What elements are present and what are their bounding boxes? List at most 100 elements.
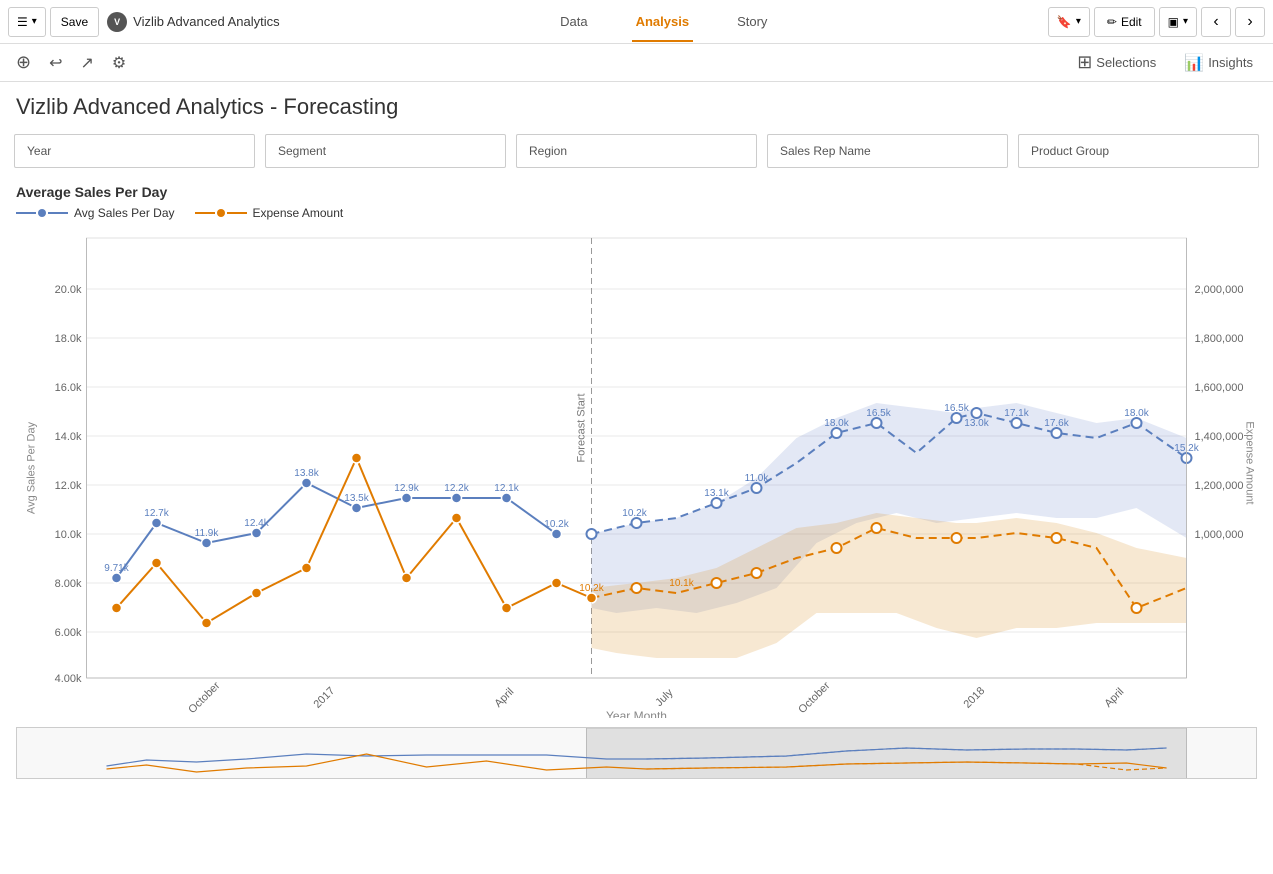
zoom-button[interactable]: ⊕ — [10, 49, 37, 76]
svg-text:10.2k: 10.2k — [544, 519, 569, 530]
svg-text:October: October — [796, 680, 832, 716]
filter-year-label: Year — [27, 144, 51, 158]
insights-bars-icon: 📊 — [1184, 53, 1204, 73]
legend-item-orange: Expense Amount — [195, 206, 344, 220]
filter-region-label: Region — [529, 144, 567, 158]
svg-text:12.7k: 12.7k — [144, 508, 169, 519]
next-button[interactable]: › — [1235, 7, 1265, 37]
svg-text:July: July — [653, 686, 676, 709]
filter-bar: Year Segment Region Sales Rep Name Produ… — [0, 128, 1273, 174]
settings-icon: ⚙ — [112, 55, 126, 72]
svg-text:17.6k: 17.6k — [1044, 418, 1069, 429]
svg-text:14.0k: 14.0k — [55, 431, 82, 443]
second-toolbar: ⊕ ↩ ↗ ⚙ ⊞ Selections 📊 Insights — [0, 44, 1273, 82]
insights-button[interactable]: 📊 Insights — [1174, 49, 1263, 77]
filter-segment-label: Segment — [278, 144, 326, 158]
svg-text:16.0k: 16.0k — [55, 382, 82, 394]
bookmark-chevron: ▾ — [1076, 16, 1081, 27]
prev-button[interactable]: ‹ — [1201, 7, 1231, 37]
edit-button[interactable]: ✏ Edit — [1094, 7, 1155, 37]
share-icon: ↗ — [81, 55, 94, 72]
svg-text:17.1k: 17.1k — [1004, 408, 1029, 419]
svg-text:12.2k: 12.2k — [444, 483, 469, 494]
app-logo: V — [107, 12, 127, 32]
svg-text:April: April — [1102, 686, 1126, 710]
svg-text:1,400,000: 1,400,000 — [1195, 431, 1244, 443]
svg-text:Forecast Start: Forecast Start — [576, 393, 588, 462]
legend-orange-label: Expense Amount — [253, 206, 344, 220]
svg-text:4.00k: 4.00k — [55, 673, 82, 685]
toolbar-right-icons: ⊞ Selections 📊 Insights — [1067, 48, 1263, 77]
svg-text:2017: 2017 — [311, 685, 337, 711]
edit-label: Edit — [1121, 15, 1142, 29]
svg-text:1,600,000: 1,600,000 — [1195, 382, 1244, 394]
filter-product-group-label: Product Group — [1031, 144, 1109, 158]
back-icon: ↩ — [49, 55, 62, 72]
svg-text:13.5k: 13.5k — [344, 493, 369, 504]
filter-sales-rep[interactable]: Sales Rep Name — [767, 134, 1008, 168]
svg-text:13.0k: 13.0k — [964, 418, 989, 429]
legend-item-blue: Avg Sales Per Day — [16, 206, 175, 220]
svg-text:9.71k: 9.71k — [104, 563, 129, 574]
filter-year[interactable]: Year — [14, 134, 255, 168]
mini-navigator[interactable] — [16, 727, 1257, 779]
svg-text:13.1k: 13.1k — [704, 488, 729, 499]
svg-text:1,000,000: 1,000,000 — [1195, 529, 1244, 541]
settings-button[interactable]: ⚙ — [106, 50, 132, 76]
monitor-icon: ▣ — [1168, 15, 1179, 29]
bookmark-button[interactable]: 🔖 ▾ — [1048, 7, 1090, 37]
selections-button[interactable]: ⊞ Selections — [1067, 48, 1166, 77]
selections-grid-icon: ⊞ — [1077, 52, 1092, 73]
svg-text:18.0k: 18.0k — [1124, 408, 1149, 419]
svg-text:11.0k: 11.0k — [745, 473, 770, 484]
pencil-icon: ✏ — [1107, 15, 1117, 29]
tab-data[interactable]: Data — [556, 2, 591, 41]
filter-segment[interactable]: Segment — [265, 134, 506, 168]
filter-sales-rep-label: Sales Rep Name — [780, 144, 871, 158]
menu-chevron: ▾ — [32, 16, 37, 27]
chart-legend: Avg Sales Per Day Expense Amount — [16, 206, 1257, 220]
svg-text:12.4k: 12.4k — [244, 518, 269, 529]
svg-text:18.0k: 18.0k — [824, 418, 849, 429]
monitor-chevron: ▾ — [1183, 16, 1188, 27]
nav-tabs: Data Analysis Story — [284, 2, 1044, 41]
monitor-button[interactable]: ▣ ▾ — [1159, 7, 1197, 37]
menu-button[interactable]: ☰ ▾ — [8, 7, 46, 37]
svg-text:16.5k: 16.5k — [866, 408, 891, 419]
svg-text:16.5k: 16.5k — [944, 403, 969, 414]
page-title: Vizlib Advanced Analytics - Forecasting — [0, 82, 1273, 128]
svg-text:13.8k: 13.8k — [294, 468, 319, 479]
svg-text:10.1k: 10.1k — [669, 578, 694, 589]
insights-label: Insights — [1208, 55, 1253, 70]
app-name: Vizlib Advanced Analytics — [133, 14, 279, 29]
svg-text:10.2k: 10.2k — [622, 508, 647, 519]
tab-story[interactable]: Story — [733, 2, 771, 41]
svg-text:12.9k: 12.9k — [394, 483, 419, 494]
save-label: Save — [61, 15, 88, 29]
svg-text:April: April — [492, 686, 516, 710]
share-button[interactable]: ↗ — [75, 50, 100, 76]
svg-text:October: October — [186, 680, 222, 716]
zoom-icon: ⊕ — [16, 52, 31, 72]
filter-region[interactable]: Region — [516, 134, 757, 168]
svg-text:11.9k: 11.9k — [195, 528, 220, 539]
back-button[interactable]: ↩ — [43, 50, 68, 76]
svg-text:6.00k: 6.00k — [55, 627, 82, 639]
svg-text:Avg Sales Per Day: Avg Sales Per Day — [26, 421, 38, 514]
selections-label: Selections — [1096, 55, 1156, 70]
main-chart-svg: 20.0k 18.0k 16.0k 14.0k 12.0k 10.0k 8.00… — [16, 228, 1257, 718]
svg-text:8.00k: 8.00k — [55, 578, 82, 590]
filter-product-group[interactable]: Product Group — [1018, 134, 1259, 168]
chart-container: Average Sales Per Day Avg Sales Per Day … — [0, 174, 1273, 725]
svg-text:10.2k: 10.2k — [579, 583, 604, 594]
toolbar-right: 🔖 ▾ ✏ Edit ▣ ▾ ‹ › — [1048, 7, 1265, 37]
tab-analysis[interactable]: Analysis — [632, 2, 693, 41]
svg-text:1,800,000: 1,800,000 — [1195, 333, 1244, 345]
svg-text:2018: 2018 — [961, 685, 987, 711]
svg-text:12.0k: 12.0k — [55, 480, 82, 492]
svg-text:Expense Amount: Expense Amount — [1244, 421, 1256, 504]
svg-text:20.0k: 20.0k — [55, 284, 82, 296]
save-button[interactable]: Save — [50, 7, 99, 37]
app-name-area: V Vizlib Advanced Analytics — [107, 12, 279, 32]
chart-title: Average Sales Per Day — [16, 184, 1257, 200]
